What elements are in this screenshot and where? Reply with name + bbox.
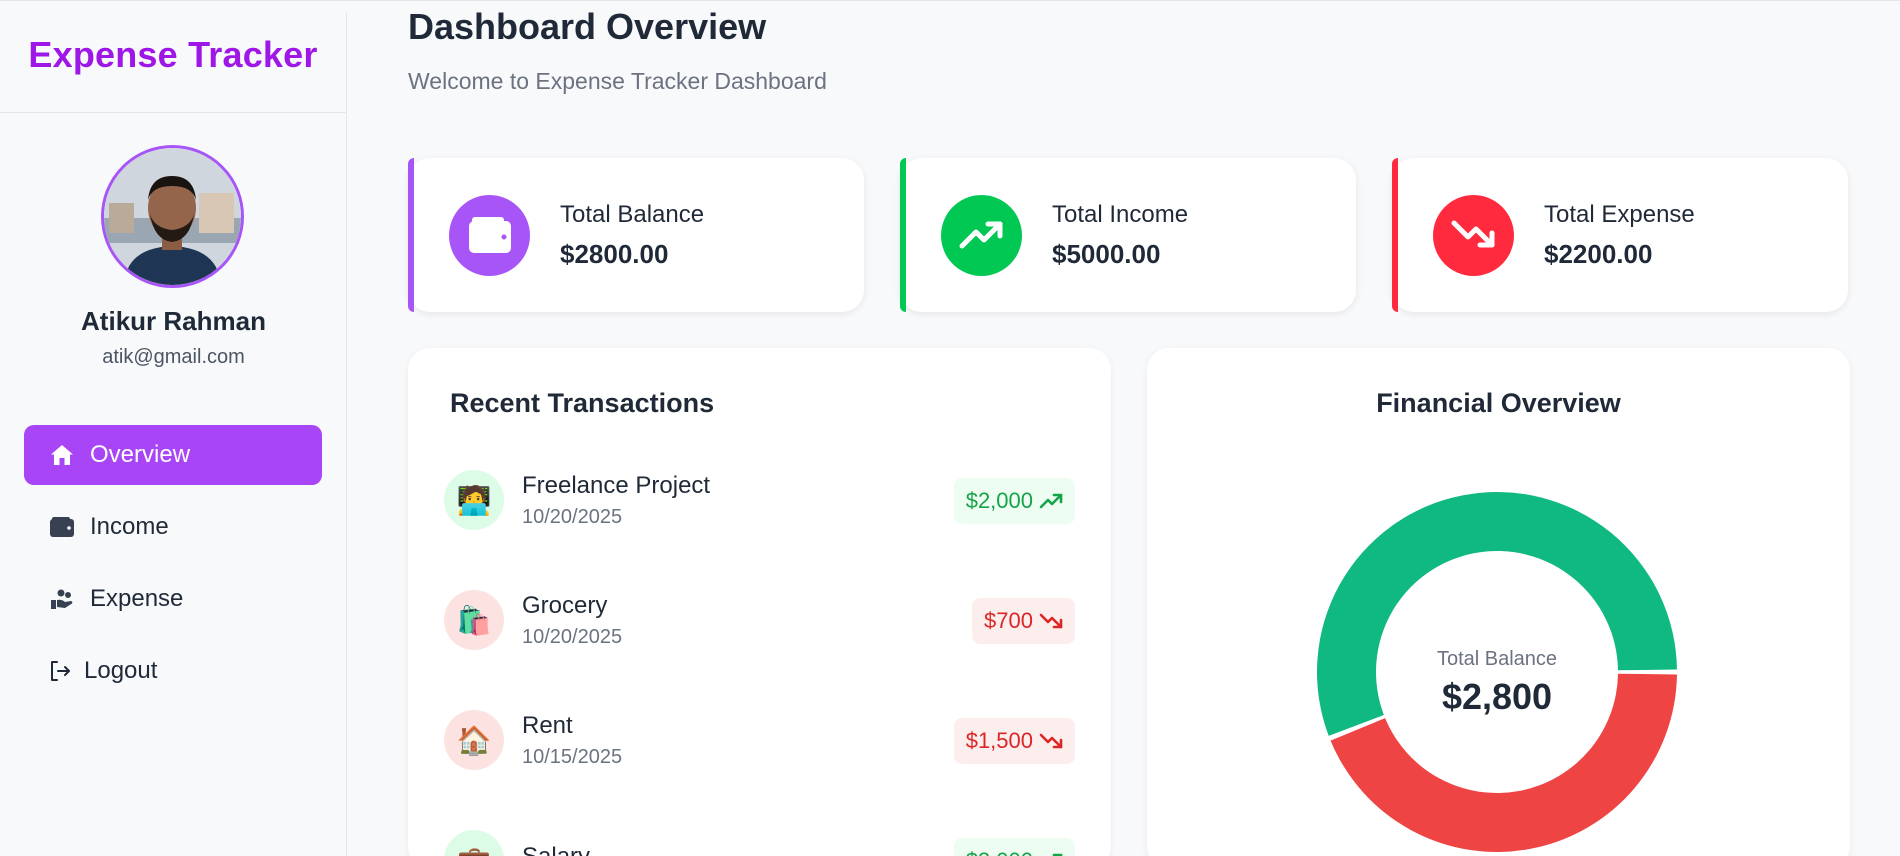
transaction-name: Rent <box>522 711 573 739</box>
sidebar: Expense Tracker Atikur Rahman atik@gmail… <box>0 12 347 856</box>
transaction-name: Freelance Project <box>522 471 711 499</box>
transaction-emoji: 💼 <box>444 830 504 856</box>
recent-transactions-panel: Recent Transactions 🧑‍💻 Freelance Projec… <box>408 348 1111 856</box>
logout-icon <box>46 657 74 685</box>
transaction-amount-value: $2,000 <box>965 488 1033 513</box>
wallet-icon <box>48 513 76 541</box>
transaction-amount: $1,500 <box>953 718 1075 764</box>
user-email: atik@gmail.com <box>102 346 245 368</box>
top-border <box>0 0 1900 4</box>
transaction-amount: $2,000 <box>953 478 1075 524</box>
avatar-image <box>104 148 241 285</box>
transaction-amount-value: $700 <box>984 608 1033 633</box>
transaction-date: 10/20/2025 <box>522 625 623 648</box>
card-label: Total Expense <box>1544 200 1695 228</box>
brand-header: Expense Tracker <box>0 12 346 113</box>
avatar <box>101 145 244 288</box>
card-accent <box>408 158 414 312</box>
wallet-icon <box>449 194 530 276</box>
card-accent <box>1392 158 1398 312</box>
transaction-row[interactable]: 🛍️ Grocery 10/20/2025 $700 <box>444 588 1075 652</box>
transaction-name: Salary <box>522 843 590 856</box>
sidebar-item-label: Logout <box>84 657 158 684</box>
transaction-name: Grocery <box>522 591 608 619</box>
card-label: Total Balance <box>560 200 705 228</box>
transaction-amount-value: $1,500 <box>965 728 1033 753</box>
transaction-amount-value: $3,000 <box>966 848 1033 856</box>
sidebar-item-overview[interactable]: Overview <box>24 425 322 485</box>
donut-center-value: $2,800 <box>1442 676 1552 717</box>
card-total-income: Total Income $5000.00 <box>900 158 1356 312</box>
donut-center-label: Total Balance <box>1437 648 1557 670</box>
sidebar-item-expense[interactable]: Expense <box>24 569 322 629</box>
page-subtitle: Welcome to Expense Tracker Dashboard <box>408 68 827 94</box>
panel-title: Financial Overview <box>1376 388 1621 418</box>
transaction-emoji: 🛍️ <box>444 590 504 650</box>
transaction-date: 10/20/2025 <box>522 505 623 528</box>
transaction-emoji: 🏠 <box>444 710 504 770</box>
transaction-emoji: 🧑‍💻 <box>444 470 504 530</box>
page-title: Dashboard Overview <box>408 6 767 47</box>
trending-down-icon <box>1433 194 1514 276</box>
hand-coins-icon <box>48 585 76 613</box>
app-title: Expense Tracker <box>28 34 318 75</box>
donut-chart: Total Balance $2,800 <box>1317 491 1677 852</box>
financial-overview-panel: Financial Overview Total Balance $2,800 <box>1147 348 1850 856</box>
card-value: $2200.00 <box>1544 238 1653 269</box>
trending-up-icon <box>941 194 1022 276</box>
sidebar-item-label: Income <box>90 513 169 540</box>
transaction-row[interactable]: 🏠 Rent 10/15/2025 $1,500 <box>444 708 1075 772</box>
card-total-balance: Total Balance $2800.00 <box>408 158 864 312</box>
card-value: $5000.00 <box>1052 238 1161 269</box>
user-name: Atikur Rahman <box>81 306 266 336</box>
trending-down-icon <box>1039 613 1063 629</box>
transaction-amount: $700 <box>972 598 1075 644</box>
sidebar-item-label: Expense <box>90 585 184 612</box>
sidebar-nav: Overview Income Expense Logout <box>24 425 322 713</box>
home-icon <box>48 441 76 469</box>
sidebar-item-income[interactable]: Income <box>24 497 322 557</box>
transaction-date: 10/15/2025 <box>522 745 623 768</box>
sidebar-item-logout[interactable]: Logout <box>24 641 322 701</box>
card-label: Total Income <box>1052 200 1189 228</box>
transaction-row[interactable]: 🧑‍💻 Freelance Project 10/20/2025 $2,000 <box>444 468 1075 532</box>
card-total-expense: Total Expense $2200.00 <box>1392 158 1848 312</box>
sidebar-item-label: Overview <box>90 441 191 468</box>
card-accent <box>900 158 906 312</box>
card-value: $2800.00 <box>560 238 669 269</box>
trending-down-icon <box>1039 733 1063 749</box>
panel-title: Recent Transactions <box>450 388 715 418</box>
transaction-amount: $3,000 <box>953 838 1075 856</box>
transaction-row[interactable]: 💼 Salary $3,000 <box>444 828 1075 856</box>
trending-up-icon <box>1039 493 1063 509</box>
